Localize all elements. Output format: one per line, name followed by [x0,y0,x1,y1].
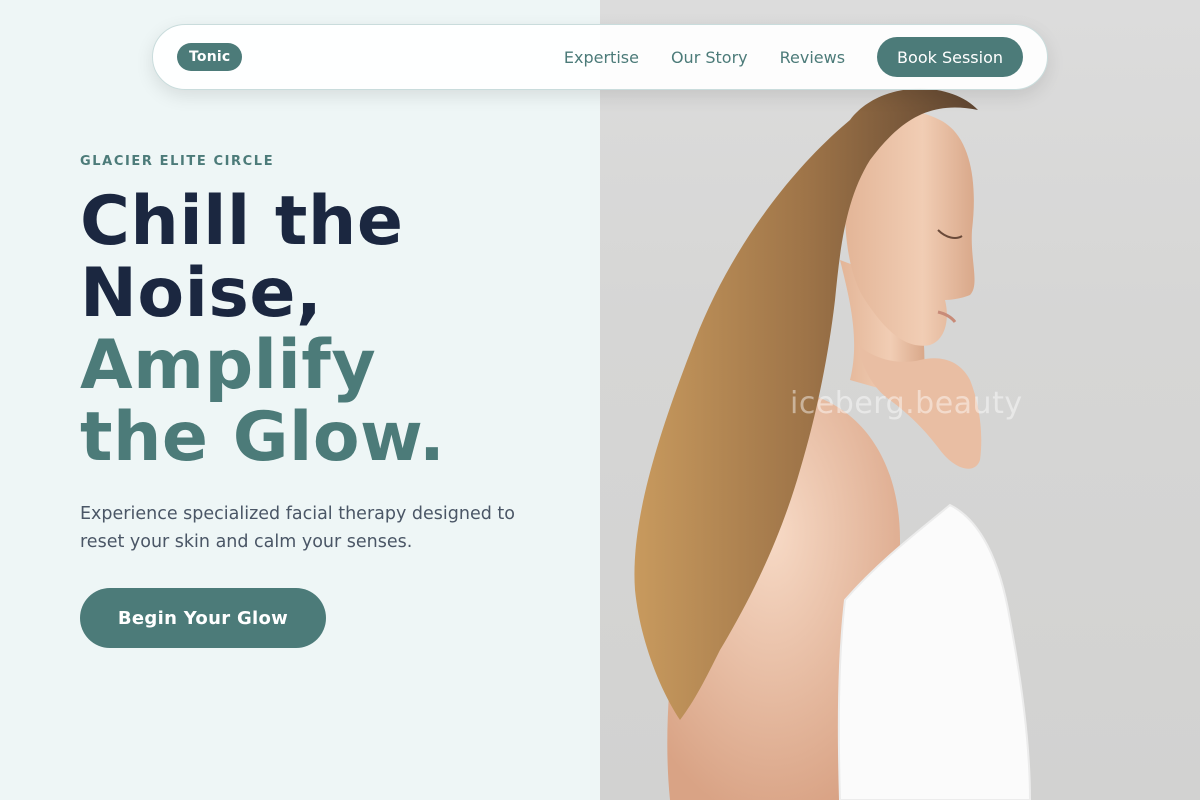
headline-line-3: Amplify [80,326,377,405]
watermark-text: iceberg.beauty [790,386,1023,421]
headline-line-1: Chill the [80,182,404,261]
brand-logo[interactable]: Tonic [177,43,243,71]
begin-your-glow-button[interactable]: Begin Your Glow [80,588,326,648]
top-navbar: Tonic Expertise Our Story Reviews Book S… [152,24,1048,90]
headline-line-4: the Glow. [80,398,446,477]
nav-links: Expertise Our Story Reviews Book Session [564,37,1023,77]
book-session-button[interactable]: Book Session [877,37,1023,77]
nav-link-expertise[interactable]: Expertise [564,48,639,67]
hero-subtext: Experience specialized facial therapy de… [80,504,515,552]
nav-link-reviews[interactable]: Reviews [780,48,845,67]
hero-headline: Chill the Noise, Amplify the Glow. [80,186,580,474]
hero-image-panel: iceberg.beauty [600,0,1200,800]
nav-link-our-story[interactable]: Our Story [671,48,748,67]
hero-eyebrow: GLACIER ELITE CIRCLE [80,154,275,169]
headline-line-2: Noise, [80,254,323,333]
